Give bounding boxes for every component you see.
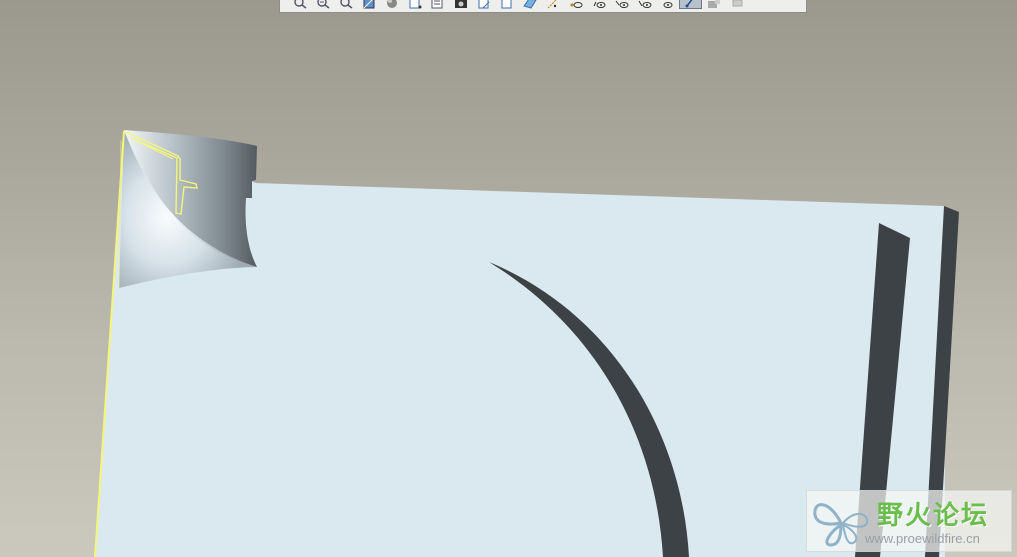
butterfly-logo [813,503,869,547]
settings-icon [732,0,742,7]
refit-button[interactable] [357,0,380,9]
graphics-viewport[interactable]: 野火论坛 www.proewildfire.cn [0,0,1017,557]
view-orient-button[interactable] [403,0,426,9]
settings-button[interactable] [725,0,748,9]
refit-icon [363,0,374,9]
sketch-display-icon [685,0,692,8]
zoom-out-button[interactable] [334,0,357,9]
zoom-window-button[interactable] [288,0,311,9]
model-tree-icon [501,0,511,9]
zoom-in-icon [316,0,329,9]
annotation-button[interactable] [610,0,633,9]
display-style-icon [707,0,720,8]
datum-point-icon [570,2,582,8]
layer-icon [478,0,489,9]
datum-plane-button[interactable] [518,0,541,9]
datum-plane-icon [522,0,537,9]
annotation-icon [615,0,628,8]
datum-csys-icon [593,1,605,8]
datum-axis-icon [547,0,557,9]
saved-views-button[interactable] [426,0,449,9]
datum-csys-button[interactable] [587,0,610,9]
forum-watermark: 野火论坛 www.proewildfire.cn [806,490,1012,552]
sketch-display-button[interactable] [679,0,702,9]
spin-center-button[interactable] [633,0,656,9]
shading-button[interactable] [380,0,403,9]
spin-center-icon [638,0,651,8]
model-tree-button[interactable] [495,0,518,9]
display-style-button[interactable] [702,0,725,9]
datum-axis-button[interactable] [541,0,564,9]
datum-point-button[interactable] [564,0,587,9]
eye-icon [663,2,672,8]
zoom-window-icon [293,0,306,9]
zoom-out-icon [339,0,352,9]
zoom-in-button[interactable] [311,0,334,9]
shading-icon [386,0,397,8]
eye-button[interactable] [656,0,679,9]
watermark-title: 野火论坛 [877,501,990,531]
layer-button[interactable] [472,0,495,9]
camera-button[interactable] [449,0,472,9]
view-toolbar [279,0,807,13]
camera-icon [454,0,467,8]
watermark-url: www.proewildfire.cn [865,531,980,546]
model-scene[interactable] [0,0,1017,557]
view-orient-icon [409,0,421,9]
saved-views-icon [431,0,442,9]
